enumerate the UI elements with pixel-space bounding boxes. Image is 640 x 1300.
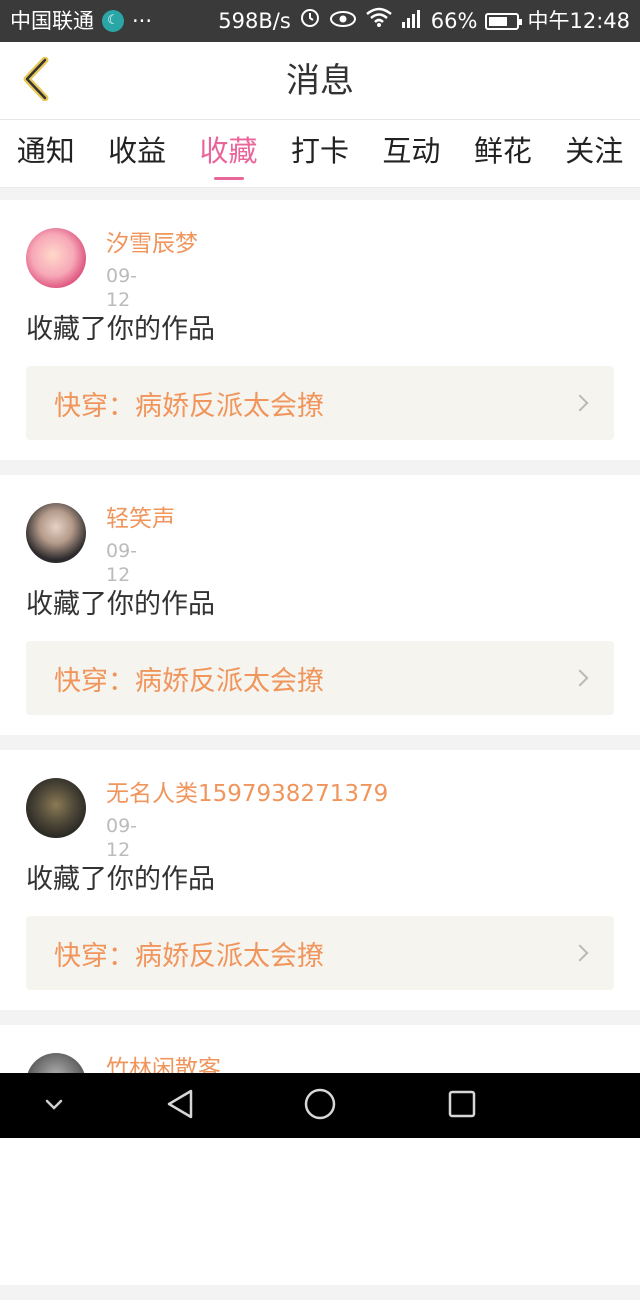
work-link[interactable]: 快穿：病娇反派太会撩 xyxy=(26,916,614,990)
list-item: 轻笑声 09-12 收藏了你的作品 快穿：病娇反派太会撩 xyxy=(0,475,640,735)
user-name[interactable]: 无名人类1597938271379 xyxy=(106,778,388,810)
date-label: 09-12 xyxy=(106,540,138,586)
work-link[interactable]: 快穿：病娇反派太会撩 xyxy=(26,366,614,440)
chevron-down-icon xyxy=(44,1096,64,1115)
wifi-icon xyxy=(365,0,393,42)
chevron-right-icon xyxy=(571,394,589,412)
list-item: 无名人类1597938271379 09-12 收藏了你的作品 快穿：病娇反派太… xyxy=(0,750,640,1010)
header: 消息 xyxy=(0,42,640,120)
date-label: 09-12 xyxy=(106,815,138,861)
eye-icon xyxy=(329,0,357,42)
more-dots: ··· xyxy=(132,9,153,33)
square-recents-icon xyxy=(447,1089,477,1123)
chevron-right-icon xyxy=(571,944,589,962)
avatar[interactable] xyxy=(26,228,86,288)
triangle-back-icon xyxy=(165,1088,195,1124)
action-text: 收藏了你的作品 xyxy=(26,864,215,895)
avatar[interactable] xyxy=(26,778,86,838)
user-name[interactable]: 轻笑声 xyxy=(106,503,175,535)
tab-interactions[interactable]: 互动 xyxy=(378,120,444,188)
tab-checkin[interactable]: 打卡 xyxy=(287,120,353,188)
network-speed: 598B/s xyxy=(218,9,291,33)
tab-flowers[interactable]: 鲜花 xyxy=(470,120,536,188)
list-item: 竹林闲散客 xyxy=(0,1025,640,1285)
work-link[interactable]: 快穿：病娇反派太会撩 xyxy=(26,641,614,715)
date-label: 09-12 xyxy=(106,265,138,311)
list-item: 汐雪辰梦 09-12 收藏了你的作品 快穿：病娇反派太会撩 xyxy=(0,200,640,460)
carrier-label: 中国联通 xyxy=(10,9,94,33)
action-text: 收藏了你的作品 xyxy=(26,314,215,345)
tab-favorites[interactable]: 收藏 xyxy=(196,120,262,188)
tab-earnings[interactable]: 收益 xyxy=(104,120,170,188)
user-name[interactable]: 汐雪辰梦 xyxy=(106,228,198,260)
alarm-icon xyxy=(299,0,321,42)
work-title: 快穿：病娇反派太会撩 xyxy=(54,940,324,972)
recents-nav-button[interactable] xyxy=(432,1073,492,1138)
work-title: 快穿：病娇反派太会撩 xyxy=(54,665,324,697)
tab-bar: 通知 收益 收藏 打卡 互动 鲜花 关注 xyxy=(0,120,640,188)
page-title: 消息 xyxy=(286,61,354,101)
back-nav-button[interactable] xyxy=(150,1073,210,1138)
battery-fill xyxy=(489,16,508,26)
hide-keyboard-button[interactable] xyxy=(30,1073,78,1138)
action-text: 收藏了你的作品 xyxy=(26,589,215,620)
status-bar: 中国联通 ☾ ··· 598B/s 2G 66% 中午12:48 xyxy=(0,0,640,42)
signal-icon: 2G xyxy=(401,0,423,42)
home-nav-button[interactable] xyxy=(290,1073,350,1138)
system-nav-bar xyxy=(0,1073,640,1138)
moon-icon: ☾ xyxy=(102,10,124,32)
circle-home-icon xyxy=(303,1087,337,1125)
tab-follows[interactable]: 关注 xyxy=(561,120,627,188)
work-title: 快穿：病娇反派太会撩 xyxy=(54,390,324,422)
avatar[interactable] xyxy=(26,503,86,563)
tab-notifications[interactable]: 通知 xyxy=(13,120,79,188)
battery-icon xyxy=(485,12,523,30)
chevron-right-icon xyxy=(571,669,589,687)
battery-percent: 66% xyxy=(430,9,478,33)
clock: 中午12:48 xyxy=(527,9,630,33)
